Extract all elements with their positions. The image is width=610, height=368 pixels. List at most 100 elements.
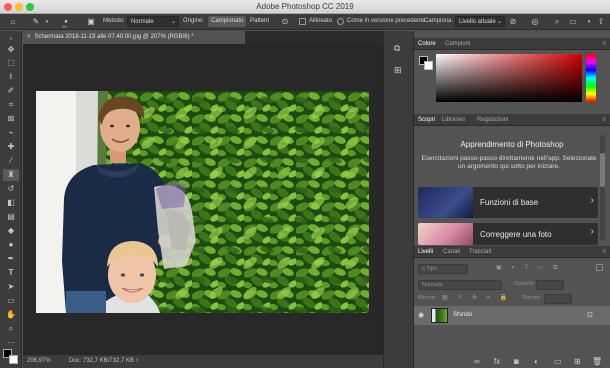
tab-colore[interactable]: Colore (418, 41, 436, 47)
clone-stamp-tool-preset-icon[interactable]: ✎ (31, 17, 41, 27)
opacity-field[interactable] (536, 280, 564, 290)
layer-name: Sfondo (453, 312, 473, 318)
tools-panel: » ✥ ⬚ ℓ ✐ ⌗ ⊠ ⌁ ✚ ⁄ ♜ ↺ ◧ ▤ ◆ ● ✒ T ➤ ▭ … (0, 31, 22, 368)
background-color-swatch[interactable] (424, 61, 433, 70)
title-bar: Adobe Photoshop CC 2019 (0, 0, 610, 14)
type-tool-icon[interactable]: T (3, 267, 19, 279)
ignore-adjustment-layers-icon[interactable]: ⊘ (508, 17, 518, 27)
hue-slider[interactable] (586, 54, 596, 102)
close-icon[interactable]: × (27, 34, 31, 40)
color-field[interactable] (436, 54, 582, 102)
source-pattern-button[interactable]: Pattern (247, 16, 272, 27)
legacy-checkbox[interactable] (337, 18, 344, 25)
card-thumbnail (418, 187, 473, 218)
hand-tool-icon[interactable]: ✋ (3, 309, 19, 321)
layer-style-icon[interactable]: fx (494, 357, 500, 366)
lock-icon: ⊡ (587, 312, 593, 319)
adjustment-layer-icon[interactable]: ◐ (534, 357, 539, 366)
fill-label: Riempi: (522, 295, 541, 301)
status-bar: 206,97% Doc: 732,7 KB/732,7 KB › (23, 355, 383, 368)
chevron-down-icon[interactable]: ▾ (584, 17, 594, 27)
healing-brush-tool-icon[interactable]: ✚ (3, 141, 19, 153)
clone-source-panel-icon[interactable]: ▣ (86, 17, 96, 27)
lock-label: Blocca: (418, 295, 437, 301)
discover-description: Esercitazioni passo-passo direttamente n… (421, 155, 597, 170)
tab-canali[interactable]: Canali (443, 249, 460, 255)
history-brush-tool-icon[interactable]: ↺ (3, 183, 19, 195)
document-tab[interactable]: × Schermata 2018-11-19 alle 07.40.00.jpg … (23, 31, 245, 44)
tab-tracciati[interactable]: Tracciati (469, 249, 491, 255)
rectangle-tool-icon[interactable]: ▭ (3, 295, 19, 307)
quick-selection-tool-icon[interactable]: ✐ (3, 85, 19, 97)
history-panel-icon[interactable]: ⧉ (394, 43, 400, 54)
pressure-icon[interactable]: ⊙ (280, 17, 290, 27)
mode-select[interactable]: Normale ⌄ (127, 16, 179, 27)
sample-label: Campiona: (424, 18, 454, 24)
blur-tool-icon[interactable]: ◆ (3, 225, 19, 237)
zoom-level[interactable]: 206,97% (27, 358, 51, 364)
window-title: Adobe Photoshop CC 2019 (256, 2, 354, 11)
search-icon[interactable]: ⌕ (552, 17, 562, 27)
card-title: Correggere una foto (480, 230, 552, 239)
eye-icon[interactable]: ◉ (418, 311, 424, 319)
scrollbar-thumb[interactable] (600, 153, 605, 187)
learn-card-correggere-una-foto[interactable]: Correggere una foto › (418, 223, 598, 245)
dodge-tool-icon[interactable]: ● (3, 239, 19, 251)
aligned-checkbox[interactable] (299, 18, 306, 25)
clone-source-panel-icon[interactable]: ⊞ (394, 65, 402, 76)
eraser-tool-icon[interactable]: ◧ (3, 197, 19, 209)
home-icon[interactable]: ⌂ (8, 17, 18, 27)
marquee-tool-icon[interactable]: ⬚ (3, 57, 19, 69)
card-thumbnail (418, 223, 473, 245)
panel-menu-icon[interactable]: ≡ (602, 41, 606, 47)
add-mask-icon[interactable]: ◙ (514, 357, 519, 366)
brush-tool-icon[interactable]: ⁄ (3, 155, 19, 167)
move-tool-icon[interactable]: ✥ (3, 44, 19, 56)
more-tools-icon[interactable]: ··· (3, 337, 19, 349)
filter-toggle[interactable] (596, 264, 603, 271)
blend-mode-select[interactable]: Normale (418, 280, 502, 290)
document-size-info[interactable]: Doc: 732,7 KB/732,7 KB (69, 358, 134, 364)
crop-tool-icon[interactable]: ⌗ (3, 99, 19, 111)
fill-field[interactable] (544, 294, 572, 304)
source-label: Origine: (183, 18, 205, 24)
tab-scopri[interactable]: Scopri (418, 117, 435, 123)
collapsed-panels-strip: ⧉ ⊞ (383, 31, 414, 368)
new-layer-icon[interactable]: ⊞ (574, 357, 581, 366)
learn-card-funzioni-di-base[interactable]: Funzioni di base › (418, 187, 598, 218)
tab-libraries[interactable]: Libraries (442, 117, 465, 123)
frame-tool-icon[interactable]: ⊠ (3, 113, 19, 125)
link-layers-icon[interactable]: ∞ (474, 357, 480, 366)
workspace-icon[interactable]: ▭ (568, 17, 578, 27)
clone-stamp-tool-icon[interactable]: ♜ (3, 169, 19, 181)
trash-icon[interactable]: 🗑 (592, 357, 602, 366)
panel-menu-icon[interactable]: ≡ (602, 117, 606, 123)
tab-campioni[interactable]: Campioni (445, 41, 470, 47)
pressure-size-icon[interactable]: ◎ (530, 17, 540, 27)
layer-filter-select[interactable]: ⌕ Tipo (418, 264, 468, 274)
document-tab-bar: × Schermata 2018-11-19 alle 07.40.00.jpg … (23, 31, 383, 44)
chevron-down-icon[interactable]: ▾ (42, 17, 52, 27)
layer-filter-icons[interactable]: ▣ ◐ T ▭ ⧉ (496, 264, 561, 272)
pen-tool-icon[interactable]: ✒ (3, 253, 19, 265)
panel-menu-icon[interactable]: ≡ (602, 249, 606, 255)
sample-select[interactable]: Livello attuale ⌄ (455, 16, 505, 27)
tab-livelli[interactable]: Livelli (418, 249, 433, 255)
path-selection-tool-icon[interactable]: ➤ (3, 281, 19, 293)
layer-row-sfondo[interactable]: ◉ Sfondo ⊡ (414, 306, 610, 325)
background-color-swatch[interactable] (9, 355, 18, 364)
gradient-tool-icon[interactable]: ▤ (3, 211, 19, 223)
lock-icons[interactable]: ▦ ✎ ✥ ⌗ 🔒 (442, 294, 511, 302)
source-sampled-button[interactable]: Campionato (208, 16, 247, 27)
lasso-tool-icon[interactable]: ℓ (3, 71, 19, 83)
chevron-right-icon[interactable]: › (136, 357, 138, 364)
eyedropper-tool-icon[interactable]: ⌁ (3, 127, 19, 139)
document-image[interactable] (36, 91, 369, 313)
scrollbar[interactable] (600, 135, 605, 241)
new-group-icon[interactable]: ▭ (554, 357, 562, 366)
options-bar: ⌂ ✎ ▾ ● 19 ▣ Metodo: Normale ⌄ Origine: C… (0, 14, 610, 30)
zoom-tool-icon[interactable]: ⌕ (3, 323, 19, 335)
tab-regolazioni[interactable]: Regolazioni (477, 117, 508, 123)
canvas-area[interactable] (23, 44, 383, 355)
share-icon[interactable]: ⇧ (596, 17, 606, 27)
